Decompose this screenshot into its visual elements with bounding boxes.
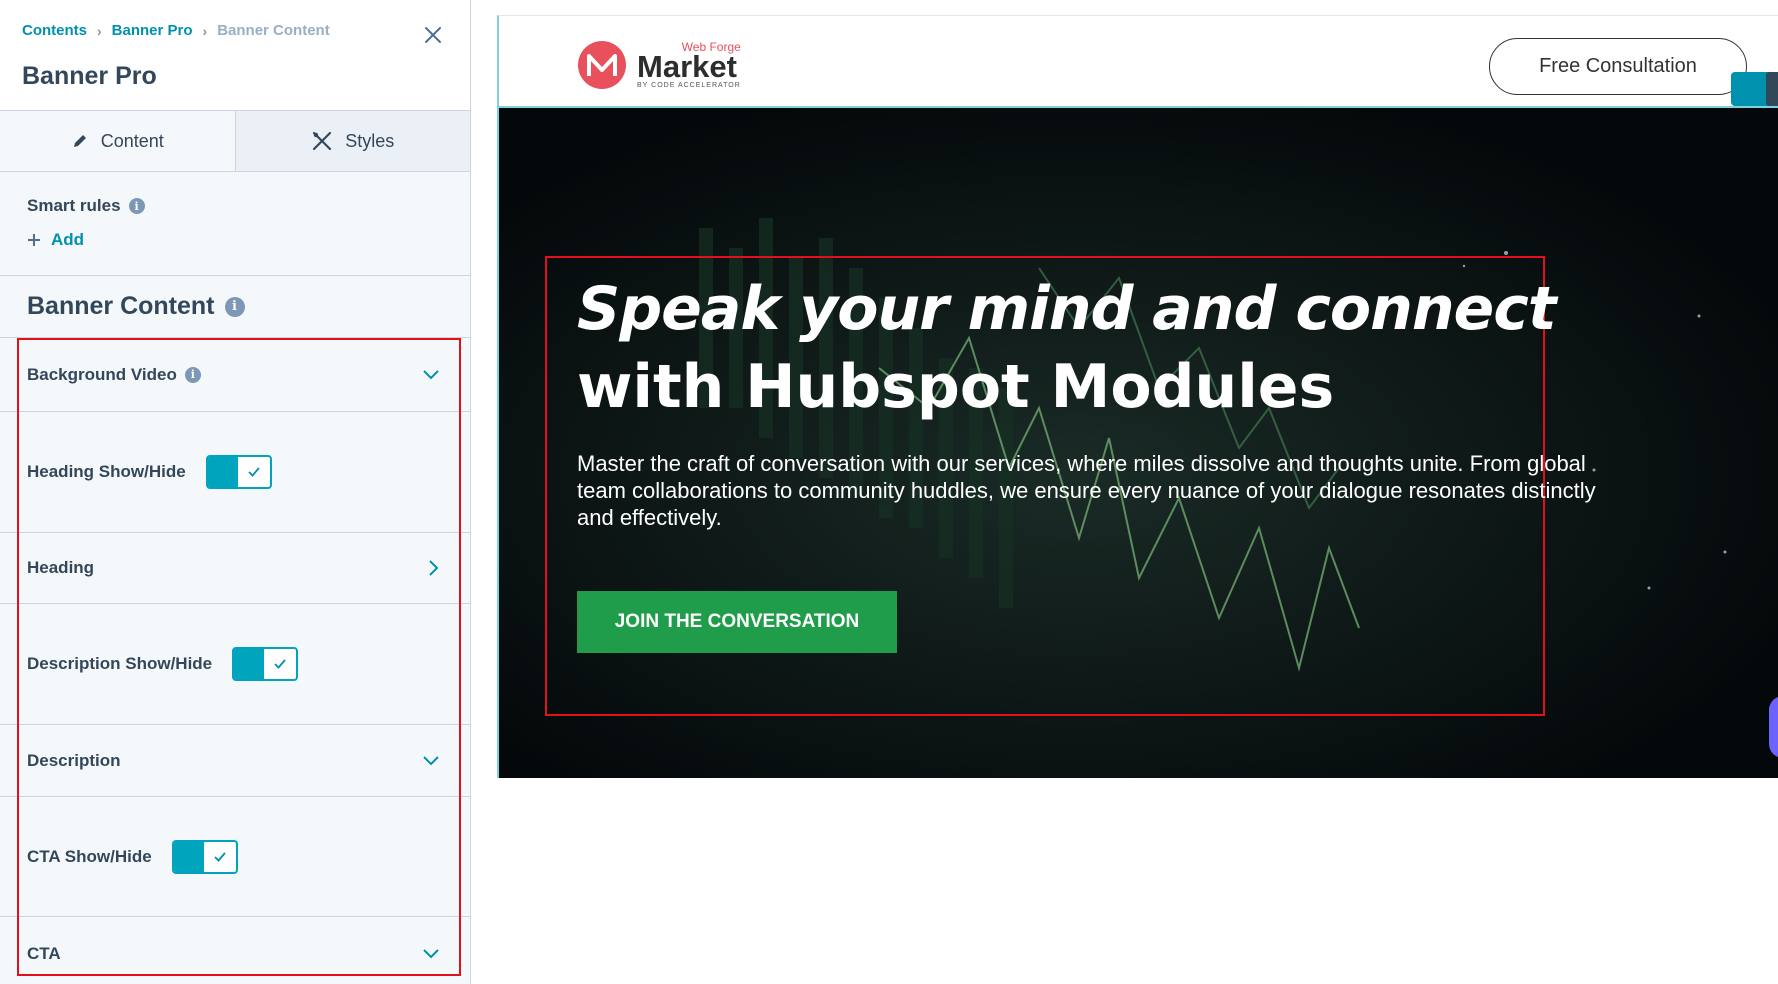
toggle-track	[234, 649, 265, 679]
breadcrumb-contents[interactable]: Contents	[22, 22, 87, 39]
styles-icon	[313, 131, 332, 151]
section-title: Banner Content i	[0, 276, 470, 338]
field-description-show-hide: Description Show/Hide	[0, 604, 470, 725]
tab-styles-label: Styles	[345, 130, 395, 151]
site-header: Web Forge Market BY CODE ACCELERATOR Fre…	[499, 16, 1778, 108]
field-list: Background Video i Heading Show/Hide Hea…	[0, 338, 470, 984]
join-conversation-button[interactable]: JOIN THE CONVERSATION	[577, 591, 897, 653]
field-label: Heading	[27, 558, 95, 577]
logo-mark-icon	[578, 41, 626, 89]
hero-heading-bold: Speak your mind and connect	[577, 274, 1556, 344]
close-button[interactable]	[418, 20, 448, 50]
field-heading-show-hide: Heading Show/Hide	[0, 412, 470, 533]
chevron-right-icon: ›	[202, 22, 208, 39]
tab-styles[interactable]: Styles	[234, 111, 470, 171]
tab-content[interactable]: Content	[0, 111, 235, 171]
breadcrumb-banner-pro[interactable]: Banner Pro	[112, 22, 193, 39]
field-cta-show-hide: CTA Show/Hide	[0, 797, 470, 917]
checkmark-icon	[274, 659, 286, 669]
logo-sub: BY CODE ACCELERATOR	[637, 82, 741, 89]
free-consultation-button[interactable]: Free Consultation	[1489, 38, 1747, 95]
add-label: Add	[51, 230, 85, 249]
pencil-icon	[73, 135, 86, 147]
breadcrumb-current: Banner Content	[217, 22, 330, 39]
app: Contents › Banner Pro › Banner Content B…	[0, 0, 1778, 984]
toggle-track	[173, 841, 204, 872]
field-cta[interactable]: CTA	[0, 917, 470, 984]
chevron-right-icon: ›	[97, 22, 102, 39]
hero-heading-rest: with Hubspot Modules	[577, 352, 1335, 422]
breadcrumb: Contents › Banner Pro › Banner Content	[22, 22, 330, 39]
field-label: CTA	[27, 943, 61, 963]
toggle-knob	[203, 841, 236, 872]
heading-toggle[interactable]	[205, 455, 272, 489]
smart-rules-text: Smart rules	[27, 196, 121, 215]
widget-handle	[1766, 72, 1778, 106]
smart-rules-section: Smart rules i Add	[0, 172, 470, 276]
hero-description: Master the craft of conversation with ou…	[577, 451, 1596, 530]
toggle-track	[207, 457, 238, 487]
toggle-knob	[264, 649, 297, 679]
tab-content-label: Content	[100, 130, 164, 151]
page-preview: Web Forge Market BY CODE ACCELERATOR Fre…	[497, 15, 1778, 778]
chevron-down-icon[interactable]	[422, 755, 440, 767]
info-icon[interactable]: i	[184, 366, 201, 383]
hero-heading: Speak your mind and connect with Hubspot…	[577, 270, 1577, 426]
edit-widget[interactable]	[1731, 72, 1778, 106]
field-heading[interactable]: Heading	[0, 533, 470, 604]
sidebar-header: Contents › Banner Pro › Banner Content B…	[0, 0, 470, 111]
field-label: Heading Show/Hide	[27, 462, 186, 481]
editor-tabs: Content Styles	[0, 111, 470, 172]
smart-rules-label: Smart rules i	[27, 196, 145, 216]
plus-icon	[28, 234, 40, 246]
info-icon[interactable]: i	[224, 296, 245, 317]
cta-toggle[interactable]	[171, 839, 238, 874]
checkmark-icon	[248, 467, 260, 477]
field-label-text: Background Video	[27, 364, 177, 384]
field-label: Description	[27, 750, 121, 770]
field-description[interactable]: Description	[0, 725, 470, 797]
logo-text: Web Forge Market BY CODE ACCELERATOR	[637, 41, 741, 89]
chevron-down-icon[interactable]	[422, 369, 440, 381]
chevron-right-icon[interactable]	[428, 559, 440, 577]
hero-banner: Speak your mind and connect with Hubspot…	[499, 108, 1778, 778]
panel-title: Banner Pro	[22, 62, 157, 90]
field-label: Description Show/Hide	[27, 654, 213, 673]
field-label: CTA Show/Hide	[27, 846, 152, 866]
chat-widget[interactable]	[1769, 696, 1778, 758]
field-background-video[interactable]: Background Video i	[0, 338, 470, 412]
section-title-text: Banner Content	[27, 292, 215, 320]
chevron-down-icon[interactable]	[422, 948, 440, 960]
toggle-knob	[237, 457, 270, 487]
info-icon[interactable]: i	[128, 198, 145, 214]
site-logo[interactable]: Web Forge Market BY CODE ACCELERATOR	[577, 40, 741, 90]
close-icon	[425, 27, 441, 43]
description-toggle[interactable]	[232, 647, 299, 681]
field-label: Background Video i	[27, 365, 201, 385]
logo-main: Market	[637, 49, 737, 84]
module-editor-sidebar: Contents › Banner Pro › Banner Content B…	[0, 0, 471, 984]
add-smart-rule-button[interactable]: Add	[27, 230, 84, 250]
checkmark-icon	[214, 851, 226, 862]
